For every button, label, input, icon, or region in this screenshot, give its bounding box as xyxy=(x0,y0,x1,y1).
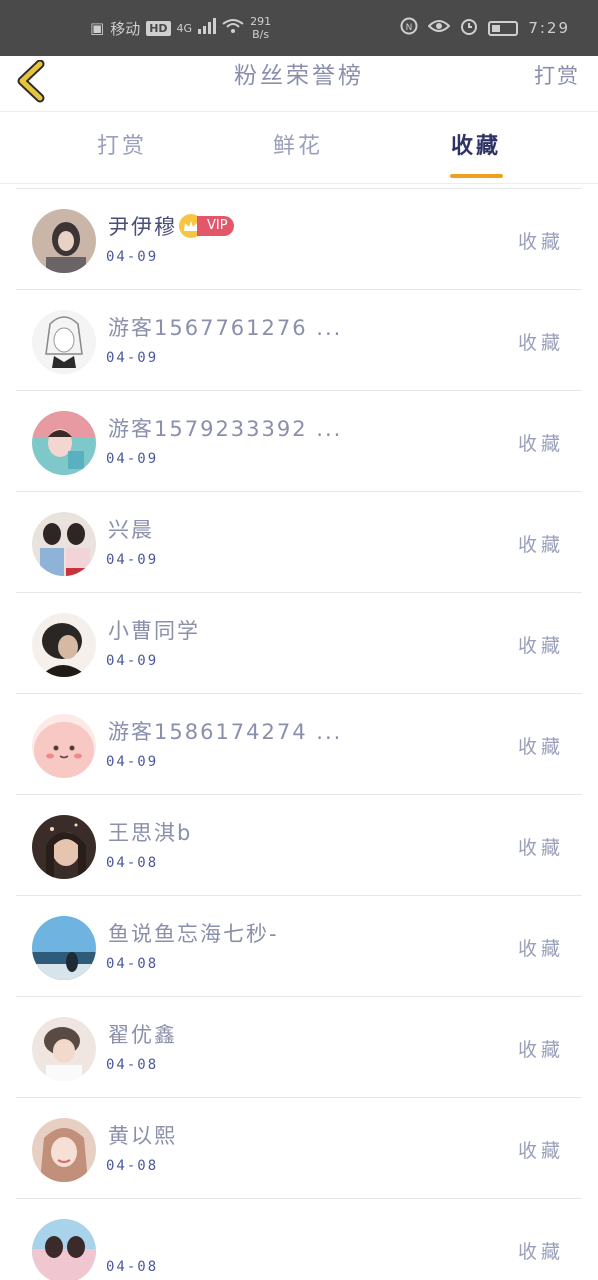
list-item[interactable]: 游客1567761276 ... 04-09 收藏 xyxy=(16,289,582,390)
vip-badge: VIP xyxy=(179,214,234,238)
signal-icon xyxy=(198,18,217,38)
fan-date: 04-08 xyxy=(106,855,159,871)
fan-action: 收藏 xyxy=(517,1039,564,1061)
clock: 7:29 xyxy=(528,19,570,37)
list-item[interactable]: 黄以熙 04-08 收藏 xyxy=(16,1097,582,1198)
status-right: N 7:29 xyxy=(400,0,570,56)
fan-name: 翟优鑫 xyxy=(108,1023,177,1047)
avatar xyxy=(32,815,96,879)
status-left: ▣ 移动 HD 4G 291 B/s xyxy=(90,0,271,56)
list-item[interactable]: 鱼说鱼忘海七秒- 04-08 收藏 xyxy=(16,895,582,996)
fan-action: 收藏 xyxy=(517,837,564,859)
fan-date: 04-09 xyxy=(106,249,159,265)
fan-name: 鱼说鱼忘海七秒- xyxy=(108,922,279,946)
alarm-icon xyxy=(460,17,478,39)
fan-name: 游客1567761276 ... xyxy=(108,316,343,340)
net-speed: 291 B/s xyxy=(250,15,271,41)
list-item[interactable]: 小曹同学 04-09 收藏 xyxy=(16,592,582,693)
fan-name: 黄以熙 xyxy=(108,1124,177,1148)
fan-name: 王思淇b xyxy=(108,821,193,845)
list-item[interactable]: 翟优鑫 04-08 收藏 xyxy=(16,996,582,1097)
fan-name: 尹伊穆 xyxy=(108,215,177,239)
fan-name: 游客1586174274 ... xyxy=(108,720,343,744)
signal-type: 4G xyxy=(176,21,193,35)
hd-badge: HD xyxy=(146,20,171,36)
svg-text:N: N xyxy=(406,23,413,33)
fan-date: 04-08 xyxy=(106,956,159,972)
fan-action: 收藏 xyxy=(517,231,564,253)
vip-label: VIP xyxy=(197,216,234,236)
page-title: 粉丝荣誉榜 xyxy=(234,63,364,89)
net-speed-value: 291 xyxy=(250,15,272,28)
avatar xyxy=(32,613,96,677)
avatar xyxy=(32,512,96,576)
active-tab-indicator xyxy=(450,174,503,178)
avatar xyxy=(32,916,96,980)
fan-action: 收藏 xyxy=(517,1241,564,1263)
avatar xyxy=(32,411,96,475)
tab-flowers[interactable]: 鲜花 xyxy=(258,112,338,184)
fan-action: 收藏 xyxy=(517,635,564,657)
fan-action: 收藏 xyxy=(517,1140,564,1162)
status-bar: ▣ 移动 HD 4G 291 B/s N 7:29 xyxy=(0,0,598,56)
tab-reward[interactable]: 打赏 xyxy=(82,112,162,184)
fan-date: 04-08 xyxy=(106,1158,159,1174)
fan-name: 小曹同学 xyxy=(108,619,200,643)
list-item[interactable]: 游客1579233392 ... 04-09 收藏 xyxy=(16,390,582,491)
nav-bar: 粉丝荣誉榜 打赏 xyxy=(0,56,598,112)
wifi-icon xyxy=(222,18,244,38)
fan-name-row: 尹伊穆 VIP xyxy=(108,211,234,241)
list-item[interactable]: 04-08 收藏 xyxy=(16,1198,582,1280)
avatar xyxy=(32,310,96,374)
list-item[interactable]: 王思淇b 04-08 收藏 xyxy=(16,794,582,895)
fan-name: 兴晨 xyxy=(108,518,154,542)
carrier-label: 移动 xyxy=(110,19,141,38)
fan-date: 04-09 xyxy=(106,350,159,366)
fan-date: 04-09 xyxy=(106,754,159,770)
avatar xyxy=(32,714,96,778)
avatar xyxy=(32,1118,96,1182)
fan-action: 收藏 xyxy=(517,433,564,455)
avatar xyxy=(32,209,96,273)
fan-date: 04-09 xyxy=(106,552,159,568)
avatar xyxy=(32,1219,96,1280)
fan-date: 04-09 xyxy=(106,451,159,467)
fan-date: 04-08 xyxy=(106,1057,159,1073)
list-item[interactable]: 兴晨 04-09 收藏 xyxy=(16,491,582,592)
reward-nav-button[interactable]: 打赏 xyxy=(534,56,580,96)
fan-action: 收藏 xyxy=(517,534,564,556)
sim-icon: ▣ xyxy=(90,19,105,37)
nfc-icon: N xyxy=(400,17,418,39)
fan-list: 尹伊穆 VIP 04-09 收藏 游客1567761276 ... 04-09 … xyxy=(0,188,598,1280)
fan-date: 04-09 xyxy=(106,653,159,669)
fan-action: 收藏 xyxy=(517,736,564,758)
battery-icon xyxy=(488,20,519,36)
list-item[interactable]: 尹伊穆 VIP 04-09 收藏 xyxy=(16,188,582,289)
tab-bar: 打赏 鲜花 收藏 xyxy=(0,112,598,184)
fan-action: 收藏 xyxy=(517,332,564,354)
list-item[interactable]: 游客1586174274 ... 04-09 收藏 xyxy=(16,693,582,794)
fan-date: 04-08 xyxy=(106,1259,159,1275)
eye-icon xyxy=(427,18,451,38)
net-speed-unit: B/s xyxy=(252,28,270,41)
avatar xyxy=(32,1017,96,1081)
fan-action: 收藏 xyxy=(517,938,564,960)
fan-name: 游客1579233392 ... xyxy=(108,417,343,441)
